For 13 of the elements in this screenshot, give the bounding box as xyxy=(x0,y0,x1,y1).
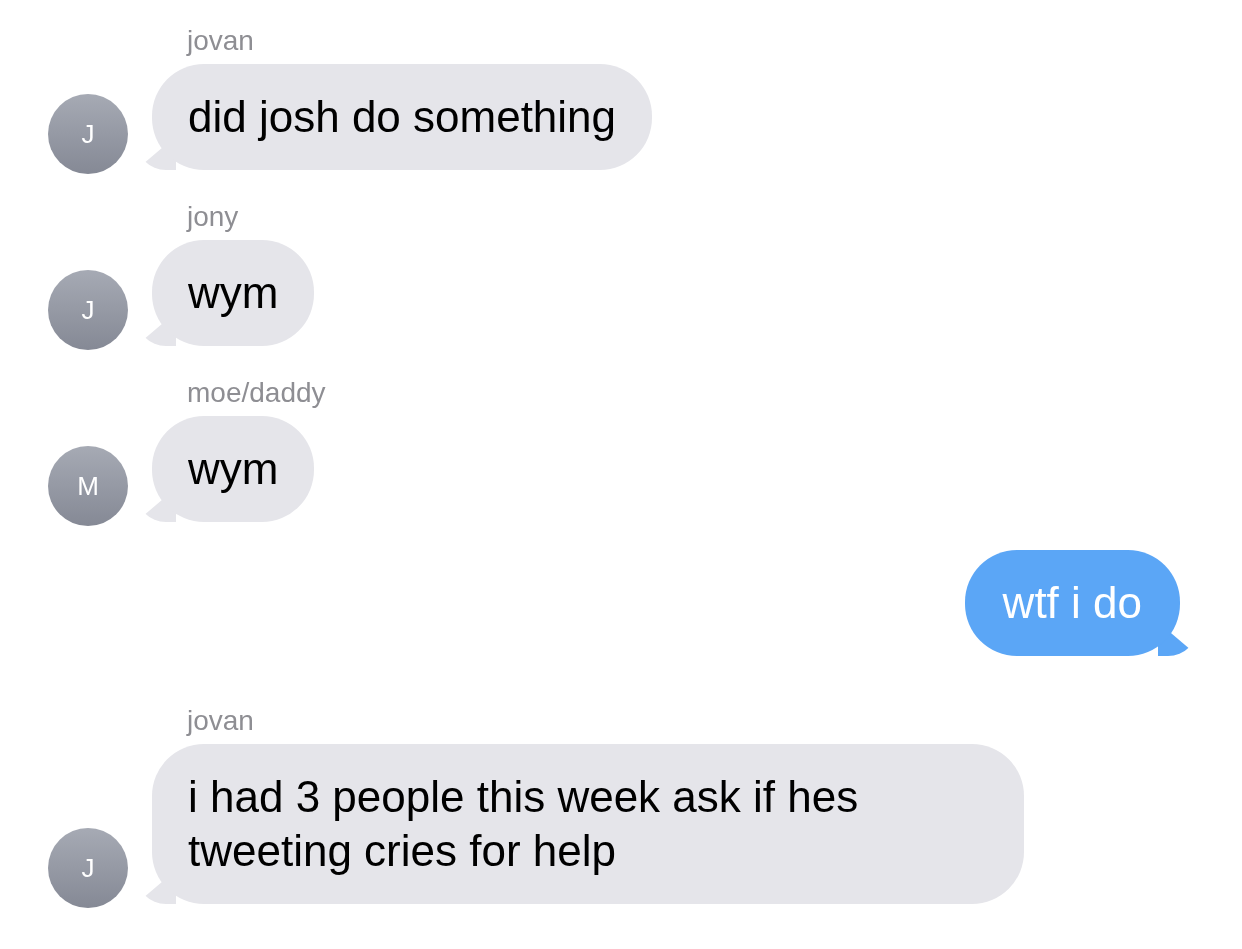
message-bubble: wym xyxy=(136,240,315,346)
avatar[interactable]: J xyxy=(48,270,128,350)
avatar[interactable]: J xyxy=(48,94,128,174)
sender-name: jovan xyxy=(187,704,255,738)
sender-name: jovan xyxy=(187,24,255,58)
message-bubble: i had 3 people this week ask if hes tweeting cries for help xyxy=(136,744,1024,904)
message-bubble: wtf i do xyxy=(964,550,1198,656)
message-bubble: wym xyxy=(136,416,315,522)
message-bubble: did josh do something xyxy=(136,64,653,170)
sender-name: jony xyxy=(187,200,240,234)
avatar[interactable]: J xyxy=(48,828,128,908)
sender-name: moe/daddy xyxy=(187,376,327,410)
avatar[interactable]: M xyxy=(48,446,128,526)
